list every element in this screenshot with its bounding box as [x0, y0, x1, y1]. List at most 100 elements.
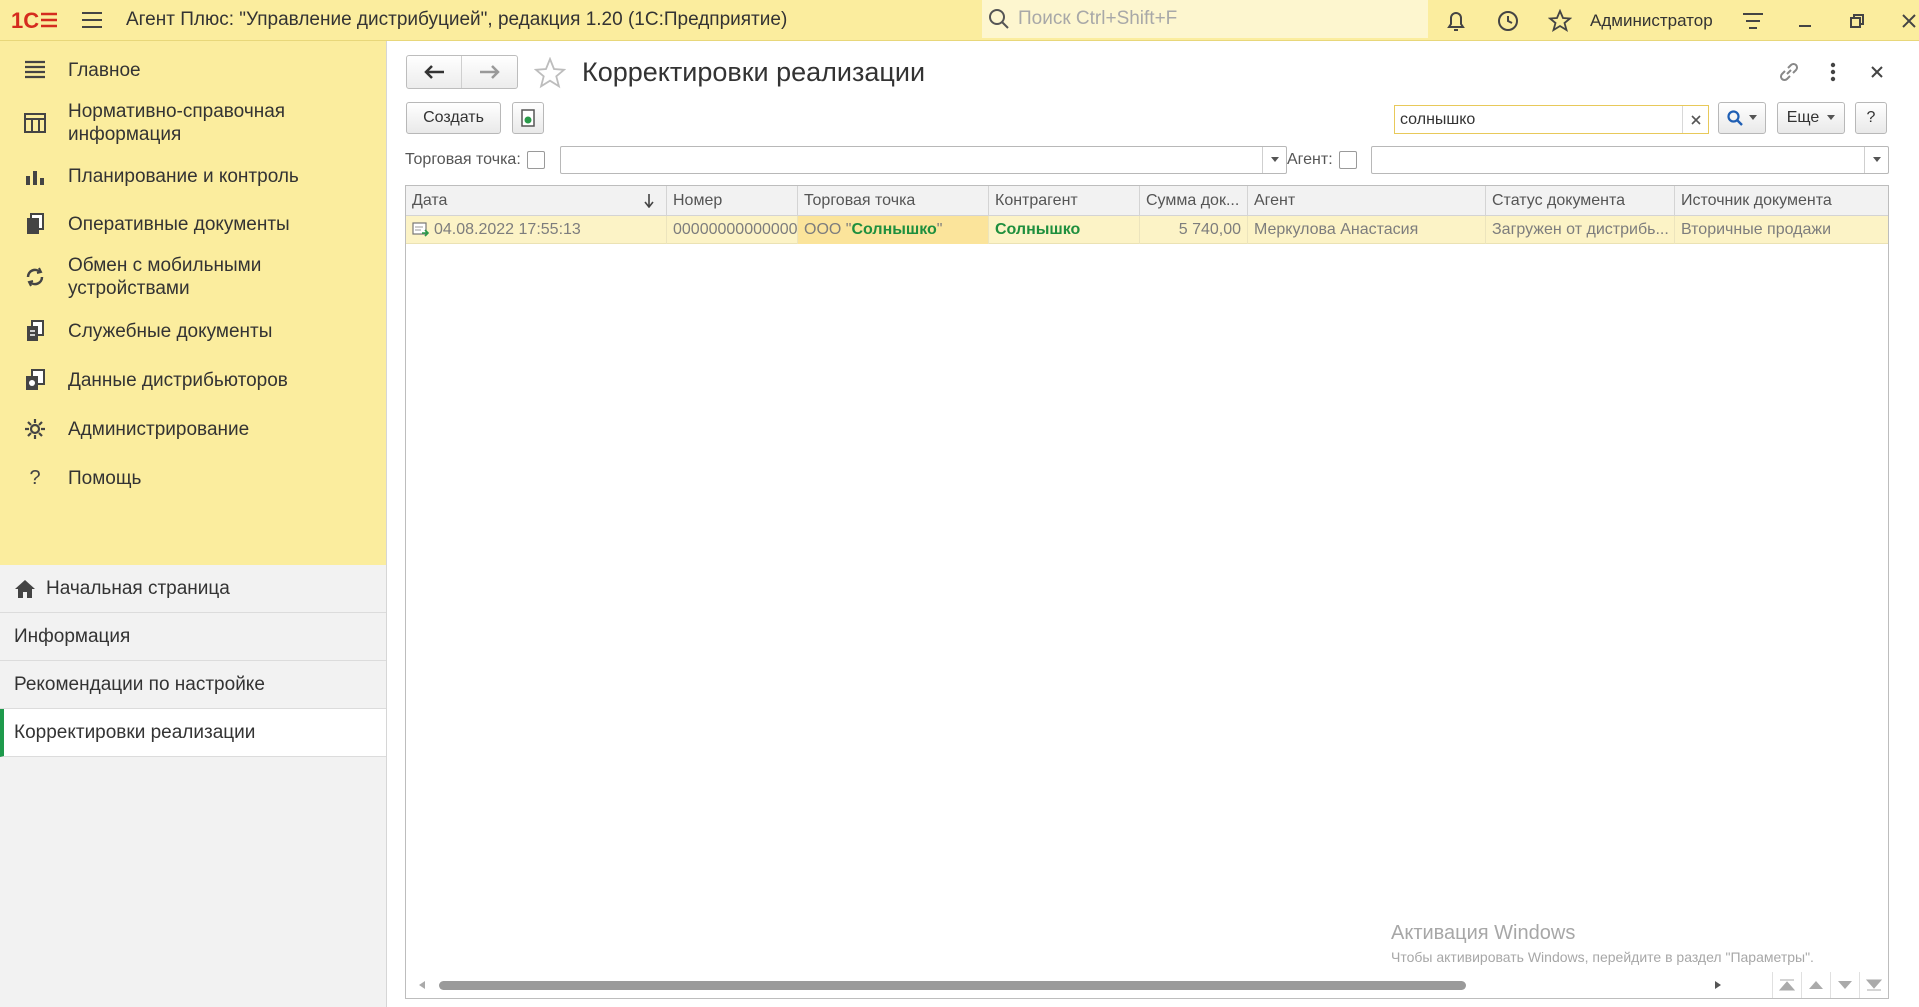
filter-outlet-checkbox[interactable]: [527, 151, 545, 169]
catalog-icon: [22, 110, 48, 136]
menu-lines-icon: [22, 57, 48, 83]
sort-descending-icon: [644, 194, 654, 208]
help-button[interactable]: ?: [1855, 102, 1887, 134]
favorites-star-icon[interactable]: [1534, 0, 1586, 41]
sync-icon: [22, 264, 48, 290]
help-icon: ?: [29, 466, 41, 489]
home-icon: [14, 579, 36, 599]
section-help[interactable]: ? Помощь: [0, 454, 386, 502]
section-operational-docs[interactable]: Оперативные документы: [0, 200, 386, 248]
first-row-icon[interactable]: [1772, 972, 1801, 998]
filter-outlet-label: Торговая точка:: [405, 151, 521, 168]
open-window-setup-recommendations[interactable]: Рекомендации по настройке: [0, 661, 386, 709]
svg-text:1С: 1С: [11, 8, 39, 32]
cell-agent: Меркулова Анастасия: [1248, 216, 1486, 244]
table-row[interactable]: 04.08.2022 17:55:13 0000000000000001 ООО…: [406, 216, 1888, 244]
sections-panel: Главное Нормативно-справочная информация…: [0, 41, 386, 565]
column-header-status[interactable]: Статус документа: [1486, 186, 1675, 216]
history-icon[interactable]: [1482, 0, 1534, 41]
open-window-home-page[interactable]: Начальная страница: [0, 565, 386, 613]
notifications-bell-icon[interactable]: [1430, 0, 1482, 41]
column-header-number[interactable]: Номер: [667, 186, 798, 216]
open-windows-list: Начальная страница Информация Рекомендац…: [0, 565, 386, 757]
section-distributor-data[interactable]: Данные дистрибьюторов: [0, 356, 386, 404]
filter-outlet-select[interactable]: [560, 146, 1287, 174]
create-button[interactable]: Создать: [406, 102, 501, 134]
next-page-icon[interactable]: [1830, 972, 1859, 998]
section-administration[interactable]: Администрирование: [0, 404, 386, 454]
section-main[interactable]: Главное: [0, 46, 386, 94]
more-button[interactable]: Еще: [1777, 102, 1845, 134]
1c-logo-icon[interactable]: 1С: [0, 0, 70, 41]
windows-activation-watermark: Активация Windows Чтобы активировать Win…: [1391, 922, 1814, 965]
section-planning[interactable]: Планирование и контроль: [0, 152, 386, 200]
restore-icon[interactable]: [1831, 0, 1883, 41]
distributor-data-icon: [22, 367, 48, 393]
page-title: Корректировки реализации: [582, 57, 926, 87]
user-name[interactable]: Администратор: [1590, 11, 1713, 31]
title-bar: 1С Агент Плюс: "Управление дистрибуцией"…: [0, 0, 1919, 41]
scroll-left-icon[interactable]: [418, 981, 426, 989]
documents-table: Дата Номер Торговая точка Контрагент Сум…: [405, 185, 1889, 999]
sidebar: Главное Нормативно-справочная информация…: [0, 41, 387, 1007]
scrollbar-thumb[interactable]: [439, 981, 1466, 990]
documents-icon: [22, 211, 48, 237]
filter-agent-label: Агент:: [1287, 151, 1333, 168]
link-icon[interactable]: [1767, 55, 1811, 89]
column-header-date[interactable]: Дата: [406, 186, 667, 216]
global-search-input[interactable]: Поиск Ctrl+Shift+F: [982, 0, 1428, 38]
app-title: Агент Плюс: "Управление дистрибуцией", р…: [126, 9, 788, 30]
back-arrow-icon[interactable]: [407, 56, 462, 88]
cell-amount: 5 740,00: [1140, 216, 1248, 244]
chevron-down-icon[interactable]: [1262, 147, 1286, 173]
settings-menu-icon[interactable]: [1727, 0, 1779, 41]
table-header: Дата Номер Торговая точка Контрагент Сум…: [406, 186, 1888, 216]
section-reference-info[interactable]: Нормативно-справочная информация: [0, 94, 386, 152]
column-header-amount[interactable]: Сумма док...: [1140, 186, 1248, 216]
bar-chart-icon: [22, 163, 48, 189]
column-header-source[interactable]: Источник документа: [1675, 186, 1888, 216]
cell-date: 04.08.2022 17:55:13: [406, 216, 667, 244]
last-row-icon[interactable]: [1859, 972, 1888, 998]
add-to-favorites-star-icon[interactable]: [531, 55, 569, 91]
open-window-information[interactable]: Информация: [0, 613, 386, 661]
close-window-icon[interactable]: [1883, 0, 1919, 41]
cell-status: Загружен от дистрибь...: [1486, 216, 1675, 244]
cell-outlet: ООО "Солнышко": [798, 216, 989, 244]
clear-search-icon[interactable]: [1682, 106, 1708, 133]
chevron-down-icon: [1749, 115, 1757, 120]
form-area: Корректировки реализации Создать солнышк…: [388, 41, 1919, 1007]
document-copy-icon: [521, 109, 535, 127]
column-header-agent[interactable]: Агент: [1248, 186, 1486, 216]
search-options-button[interactable]: [1718, 102, 1766, 134]
column-header-outlet[interactable]: Торговая точка: [798, 186, 989, 216]
navigation-buttons: [406, 55, 518, 89]
global-search-placeholder: Поиск Ctrl+Shift+F: [1018, 8, 1178, 29]
open-window-sales-corrections[interactable]: Корректировки реализации: [0, 709, 386, 757]
document-loaded-icon: [412, 222, 430, 237]
search-icon: [1727, 110, 1743, 126]
cell-number: 0000000000000001: [667, 216, 798, 244]
section-mobile-exchange[interactable]: Обмен с мобильными устройствами: [0, 248, 386, 306]
section-service-docs[interactable]: Служебные документы: [0, 306, 386, 356]
minimize-icon[interactable]: [1779, 0, 1831, 41]
gear-icon: [22, 416, 48, 442]
scroll-right-icon[interactable]: [1714, 981, 1722, 989]
copy-document-button[interactable]: [512, 102, 544, 134]
main-menu-icon[interactable]: [70, 0, 114, 41]
close-form-icon[interactable]: [1855, 55, 1899, 89]
form-search-value: солнышко: [1400, 110, 1476, 128]
column-header-counterparty[interactable]: Контрагент: [989, 186, 1140, 216]
horizontal-scrollbar[interactable]: [406, 972, 1888, 998]
more-actions-kebab-icon[interactable]: [1811, 55, 1855, 89]
cell-counterparty: Солнышко: [989, 216, 1140, 244]
filter-agent-select[interactable]: [1371, 146, 1889, 174]
form-search-input[interactable]: солнышко: [1394, 105, 1709, 134]
previous-page-icon[interactable]: [1801, 972, 1830, 998]
chevron-down-icon: [1827, 115, 1836, 120]
search-icon: [989, 9, 1009, 29]
row-navigation: [1772, 972, 1888, 998]
forward-arrow-icon[interactable]: [462, 56, 517, 88]
chevron-down-icon[interactable]: [1864, 147, 1888, 173]
filter-agent-checkbox[interactable]: [1339, 151, 1357, 169]
